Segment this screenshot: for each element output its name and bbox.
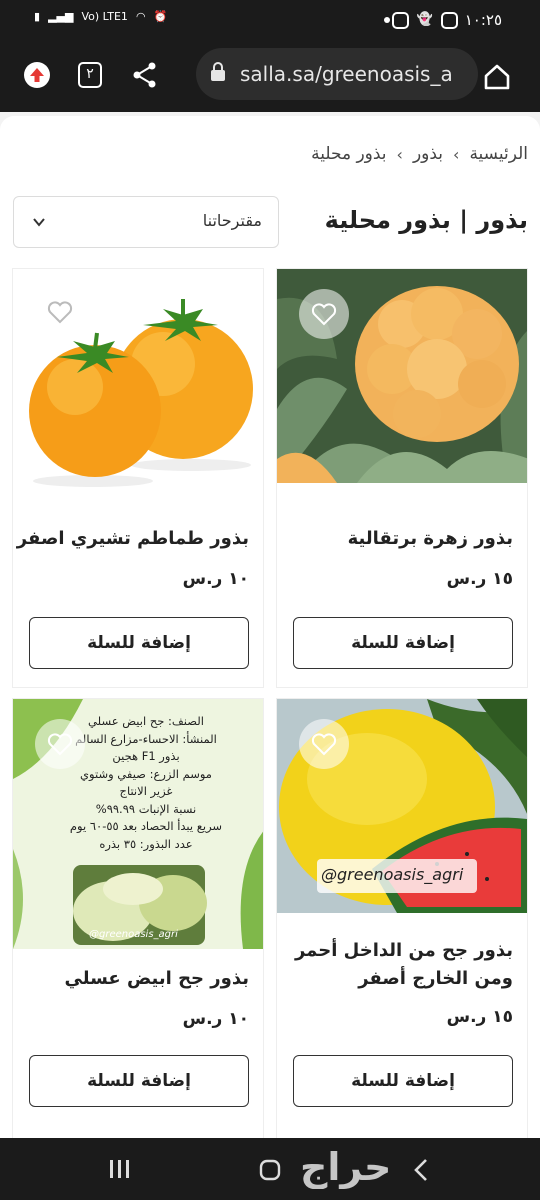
network-label: Vo) LTE1 xyxy=(81,10,128,23)
product-price: ١٥ ر.س xyxy=(446,569,513,589)
add-to-cart-button[interactable]: إضافة للسلة xyxy=(29,617,249,669)
product-price: ١٥ ر.س xyxy=(446,1007,513,1027)
product-price: ١٠ ر.س xyxy=(182,569,249,589)
lock-icon xyxy=(211,62,225,81)
breadcrumb-home[interactable]: الرئيسية xyxy=(469,144,528,164)
clock: ١٠:٢٥ xyxy=(464,11,502,29)
page-content: الرئيسية › بذور › بذور محلية بذور | بذور… xyxy=(0,116,540,1138)
image-watermark: @greenoasis_agri xyxy=(89,929,178,940)
home-icon[interactable] xyxy=(478,58,516,96)
recent-apps-icon[interactable] xyxy=(108,1158,132,1180)
infographic-line: غزير الانتاج xyxy=(119,784,173,798)
home-nav-icon[interactable] xyxy=(258,1158,282,1182)
add-to-cart-button[interactable]: إضافة للسلة xyxy=(29,1055,249,1107)
product-card[interactable]: بذور زهرة برتقالية ١٥ ر.س إضافة للسلة xyxy=(276,268,528,688)
product-price: ١٠ ر.س xyxy=(182,1009,249,1029)
infographic-line: موسم الزرع: صيفي وشتوي xyxy=(80,766,212,781)
signal-icon: ▂▄▆ xyxy=(48,10,74,23)
breadcrumb-current: بذور محلية xyxy=(311,144,387,164)
share-icon[interactable] xyxy=(130,60,160,90)
wifi-icon: ◠ xyxy=(135,10,146,23)
wishlist-button[interactable] xyxy=(35,719,85,769)
address-bar[interactable]: salla.sa/greenoasis_a xyxy=(196,48,478,100)
update-button[interactable] xyxy=(24,62,50,88)
back-icon[interactable] xyxy=(412,1158,432,1182)
image-watermark: @greenoasis_agri xyxy=(321,865,464,884)
app-notification-icons: 👻 xyxy=(391,12,458,29)
product-name[interactable]: بذور زهرة برتقالية xyxy=(348,525,513,553)
breadcrumb-seeds[interactable]: بذور xyxy=(413,144,443,164)
haraj-watermark-logo: حراج xyxy=(300,1145,392,1189)
system-navigation-bar xyxy=(0,1138,540,1200)
heart-icon xyxy=(47,301,73,324)
heart-icon xyxy=(311,303,337,326)
notification-dot-icon xyxy=(384,17,390,23)
product-name[interactable]: بذور طماطم تشيري اصفر xyxy=(17,525,249,553)
add-to-cart-button[interactable]: إضافة للسلة xyxy=(293,1055,513,1107)
tab-count: ٢ xyxy=(86,66,94,82)
snapchat-icon: 👻 xyxy=(416,12,433,27)
instagram-icon xyxy=(441,12,458,29)
wishlist-button[interactable] xyxy=(299,719,349,769)
sort-value: مقترحاتنا xyxy=(202,211,262,230)
breadcrumb-separator: › xyxy=(396,144,403,164)
product-card[interactable]: @greenoasis_agri بذور جح من الداخل أحمر … xyxy=(276,698,528,1138)
heart-icon xyxy=(47,733,73,756)
page-title: بذور | بذور محلية xyxy=(324,206,528,234)
breadcrumb: الرئيسية › بذور › بذور محلية xyxy=(311,144,528,164)
status-bar: ▮ ▂▄▆ Vo) LTE1 ◠ ⏰ 👻 ١٠:٢٥ xyxy=(0,0,540,40)
infographic-line: سريع يبدأ الحصاد بعد ٥٥-٦٠ يوم xyxy=(69,819,223,833)
status-left-icons: ▮ ▂▄▆ Vo) LTE1 ◠ ⏰ xyxy=(34,10,167,23)
heart-icon xyxy=(311,733,337,756)
battery-icon: ▮ xyxy=(34,10,41,23)
alarm-icon: ⏰ xyxy=(153,10,168,23)
instagram-icon xyxy=(391,12,409,29)
product-name[interactable]: بذور جح ابيض عسلي xyxy=(65,965,249,993)
sort-dropdown[interactable]: مقترحاتنا xyxy=(13,196,279,248)
wishlist-button[interactable] xyxy=(299,289,349,339)
infographic-line: نسبة الإنبات ٩٩.٩٩% xyxy=(95,801,197,816)
chevron-down-icon xyxy=(33,218,45,227)
product-card[interactable]: الصنف: جح ابيض عسلي المنشأ: الاحساء-مزار… xyxy=(12,698,264,1138)
tabs-button[interactable]: ٢ xyxy=(78,62,102,88)
product-card[interactable]: بذور طماطم تشيري اصفر ١٠ ر.س إضافة للسلة xyxy=(12,268,264,688)
add-to-cart-button[interactable]: إضافة للسلة xyxy=(293,617,513,669)
browser-toolbar: salla.sa/greenoasis_a ٢ xyxy=(0,40,540,112)
breadcrumb-separator: › xyxy=(453,144,460,164)
arrow-up-icon xyxy=(30,68,44,82)
wishlist-button[interactable] xyxy=(35,287,85,337)
infographic-line: عدد البذور: ٣٥ بذره xyxy=(99,836,193,851)
product-name[interactable]: بذور جح من الداخل أحمر ومن الخارج أصفر xyxy=(285,937,513,993)
url-text: salla.sa/greenoasis_a xyxy=(240,62,453,86)
